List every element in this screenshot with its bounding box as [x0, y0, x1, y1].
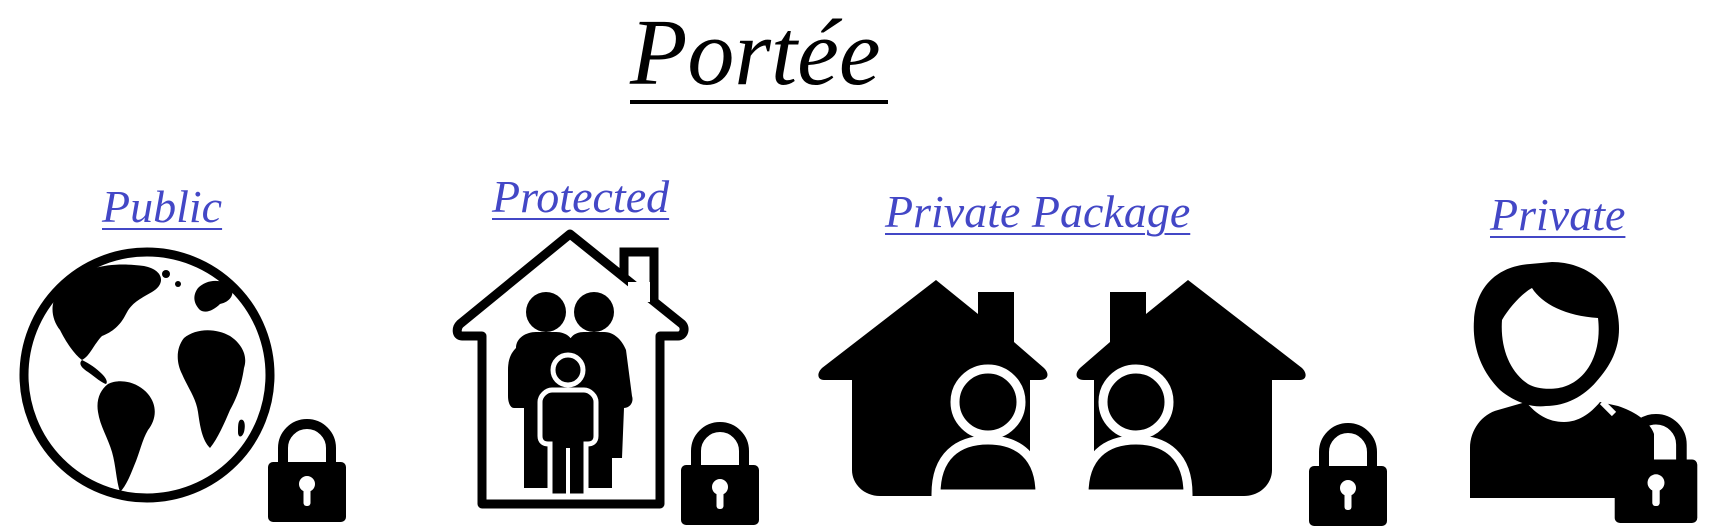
padlock-icon: [1614, 413, 1698, 523]
title-underline: [630, 100, 888, 104]
scope-link-private-package[interactable]: Private Package: [885, 189, 1190, 235]
padlock-icon: [1309, 423, 1387, 526]
padlock-icon: [268, 419, 346, 522]
houses-users-icon: [818, 280, 1306, 499]
globe-icon: [19, 247, 275, 503]
scope-link-protected[interactable]: Protected: [492, 174, 669, 220]
family-house-icon: [452, 229, 689, 509]
scope-link-private[interactable]: Private: [1490, 192, 1625, 238]
scope-link-public[interactable]: Public: [102, 184, 222, 230]
padlock-icon: [681, 422, 759, 525]
page-title: Portée: [630, 1, 881, 105]
